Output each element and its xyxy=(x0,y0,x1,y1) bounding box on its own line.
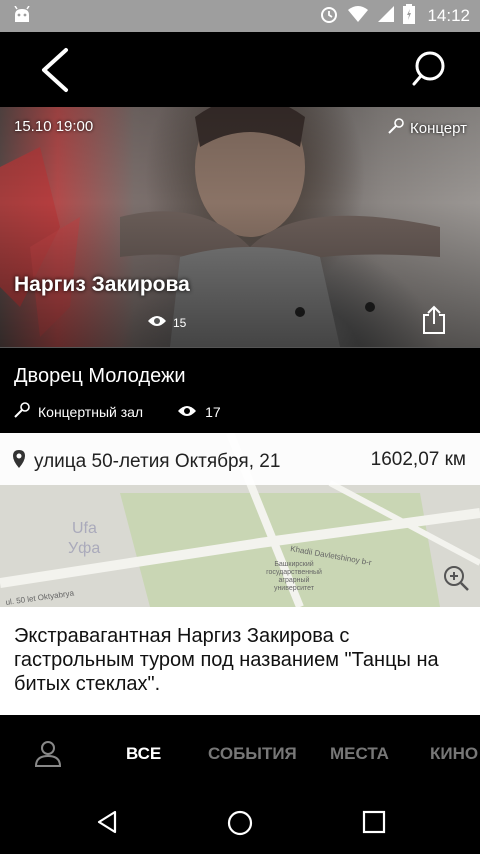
event-views-count: 15 xyxy=(173,315,187,330)
event-category: Концерт xyxy=(388,118,467,138)
android-icon xyxy=(12,5,32,31)
alarm-icon xyxy=(319,4,339,29)
tab-places[interactable]: МЕСТА xyxy=(330,744,389,764)
battery-icon xyxy=(403,3,416,29)
nav-home-icon[interactable] xyxy=(227,810,253,841)
signal-icon xyxy=(377,5,395,28)
venue-card[interactable]: Дворец Молодежи Концертный зал 17 xyxy=(0,347,480,434)
venue-views-count: 17 xyxy=(205,403,221,420)
zoom-in-icon[interactable] xyxy=(442,564,470,597)
tab-cinema[interactable]: КИНО xyxy=(430,744,478,764)
tab-all[interactable]: ВСЕ xyxy=(126,744,161,764)
event-datetime: 15.10 19:00 xyxy=(14,118,94,135)
event-category-label: Концерт xyxy=(409,119,467,137)
clock: 14:12 xyxy=(427,6,470,25)
map-label-city-latin: Ufa xyxy=(72,520,97,537)
location-pin-icon xyxy=(12,449,26,475)
map-label-city: Уфа xyxy=(68,540,100,557)
map-label-university: Башкирский государственный аграрный унив… xyxy=(266,561,322,592)
venue-address: улица 50-летия Октября, 21 xyxy=(12,449,280,475)
eye-icon xyxy=(147,315,167,330)
back-icon[interactable] xyxy=(36,46,76,94)
venue-name: Дворец Молодежи xyxy=(14,365,186,387)
microphone-icon xyxy=(388,118,404,138)
nav-recents-icon[interactable] xyxy=(362,810,386,839)
event-title: Наргиз Закирова xyxy=(14,273,190,296)
venue-map[interactable]: Ufa Уфа Khadii Davletshinoy b-r ul. 50 l… xyxy=(0,433,480,607)
event-description-text: Экстравагантная Наргиз Закирова с гастро… xyxy=(14,625,439,695)
nav-back-icon[interactable] xyxy=(95,810,119,839)
eye-icon xyxy=(177,404,197,420)
bottom-tab-bar: ВСЕ СОБЫТИЯ МЕСТА КИНО xyxy=(0,715,480,790)
system-nav-bar xyxy=(0,790,480,854)
venue-distance: 1602,07 км xyxy=(370,449,466,470)
wifi-icon xyxy=(347,5,369,28)
venue-address-text: улица 50-летия Октября, 21 xyxy=(34,451,281,472)
event-description: Экстравагантная Наргиз Закирова с гастро… xyxy=(0,607,480,715)
status-bar: 14:12 xyxy=(0,0,480,32)
hero-overlay xyxy=(0,107,480,347)
event-views: 15 xyxy=(147,315,186,330)
app-bar xyxy=(0,32,480,107)
search-icon[interactable] xyxy=(410,46,450,94)
share-icon[interactable] xyxy=(422,305,446,340)
venue-meta: Концертный зал 17 xyxy=(14,402,221,421)
microphone-icon xyxy=(14,402,30,421)
event-hero[interactable]: 15.10 19:00 Концерт Наргиз Закирова 15 xyxy=(0,107,480,347)
profile-icon[interactable] xyxy=(34,739,62,772)
venue-type: Концертный зал xyxy=(38,403,144,420)
tab-events[interactable]: СОБЫТИЯ xyxy=(208,744,297,764)
